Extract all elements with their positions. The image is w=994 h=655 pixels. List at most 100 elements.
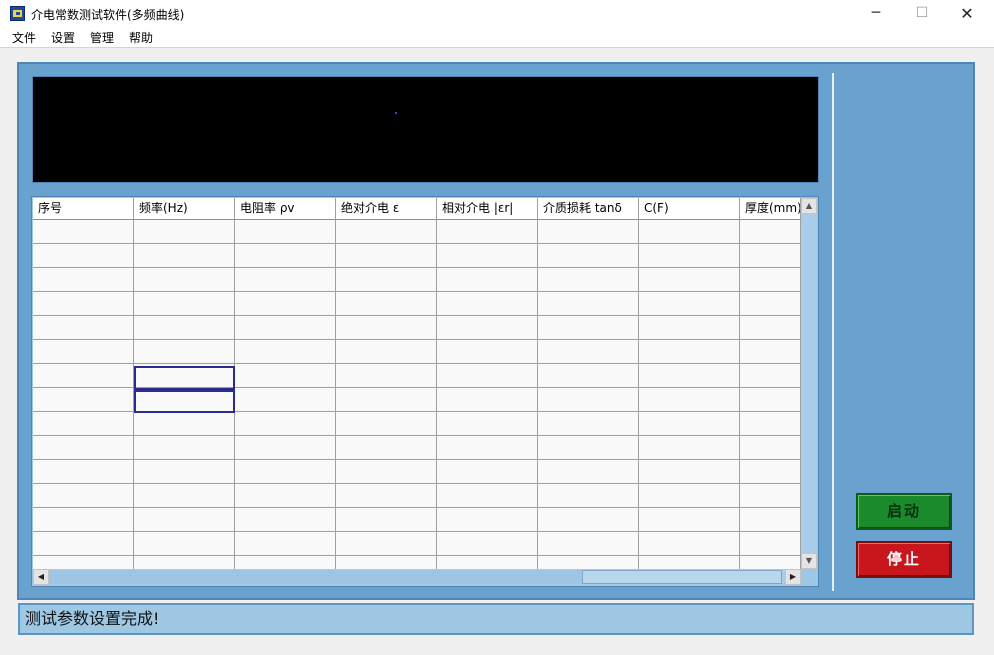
stop-button[interactable]: 停止	[856, 541, 952, 578]
scroll-up-icon[interactable]: ▲	[801, 198, 817, 214]
table-cell[interactable]	[538, 388, 639, 412]
table-cell[interactable]	[538, 556, 639, 569]
horizontal-scroll-track[interactable]	[49, 570, 582, 584]
table-cell[interactable]	[235, 556, 336, 569]
column-header-relative-permittivity[interactable]: 相对介电 |εr|	[437, 198, 538, 220]
table-cell[interactable]	[740, 316, 801, 340]
table-cell[interactable]	[235, 532, 336, 556]
table-cell[interactable]	[33, 292, 134, 316]
table-cell[interactable]	[33, 244, 134, 268]
table-cell[interactable]	[33, 316, 134, 340]
table-cell[interactable]	[336, 220, 437, 244]
table-cell[interactable]	[538, 484, 639, 508]
table-cell[interactable]	[33, 340, 134, 364]
table-cell[interactable]	[639, 244, 740, 268]
table-cell[interactable]	[639, 388, 740, 412]
table-cell[interactable]	[33, 556, 134, 569]
table-cell[interactable]	[437, 244, 538, 268]
table-cell[interactable]	[639, 484, 740, 508]
table-cell[interactable]	[235, 316, 336, 340]
table-cell[interactable]	[134, 316, 235, 340]
table-cell[interactable]	[336, 364, 437, 388]
table-cell[interactable]	[33, 268, 134, 292]
column-header-capacitance[interactable]: C(F)	[639, 198, 740, 220]
table-cell[interactable]	[437, 460, 538, 484]
table-cell[interactable]	[538, 292, 639, 316]
table-cell[interactable]	[437, 532, 538, 556]
column-header-absolute-permittivity[interactable]: 绝对介电 ε	[336, 198, 437, 220]
table-cell[interactable]	[437, 484, 538, 508]
table-cell[interactable]	[33, 388, 134, 412]
table-horizontal-scrollbar[interactable]: ◀ ▶	[33, 569, 801, 585]
table-cell[interactable]	[235, 364, 336, 388]
table-cell[interactable]	[134, 484, 235, 508]
table-cell[interactable]	[639, 316, 740, 340]
start-button[interactable]: 启动	[856, 493, 952, 530]
table-cell[interactable]	[639, 460, 740, 484]
selected-cell[interactable]	[134, 390, 235, 413]
table-cell[interactable]	[437, 436, 538, 460]
close-button[interactable]: ✕	[944, 0, 990, 27]
table-cell[interactable]	[33, 532, 134, 556]
maximize-button[interactable]: ☐	[899, 0, 945, 27]
table-cell[interactable]	[538, 268, 639, 292]
horizontal-scroll-thumb[interactable]	[582, 570, 782, 584]
table-cell[interactable]	[33, 412, 134, 436]
table-cell[interactable]	[336, 268, 437, 292]
menu-help[interactable]: 帮助	[129, 29, 153, 46]
table-cell[interactable]	[336, 316, 437, 340]
table-cell[interactable]	[336, 292, 437, 316]
table-cell[interactable]	[134, 532, 235, 556]
column-header-index[interactable]: 序号	[33, 198, 134, 220]
column-header-frequency[interactable]: 频率(Hz)	[134, 198, 235, 220]
table-cell[interactable]	[740, 220, 801, 244]
column-header-loss-tangent[interactable]: 介质损耗 tanδ	[538, 198, 639, 220]
table-cell[interactable]	[235, 508, 336, 532]
table-cell[interactable]	[538, 532, 639, 556]
table-cell[interactable]	[639, 220, 740, 244]
menu-file[interactable]: 文件	[12, 29, 36, 46]
table-cell[interactable]	[639, 340, 740, 364]
table-cell[interactable]	[336, 388, 437, 412]
table-cell[interactable]	[437, 340, 538, 364]
table-cell[interactable]	[538, 364, 639, 388]
table-cell[interactable]	[740, 556, 801, 569]
table-cell[interactable]	[437, 388, 538, 412]
table-cell[interactable]	[134, 268, 235, 292]
scroll-right-icon[interactable]: ▶	[785, 569, 801, 585]
table-cell[interactable]	[538, 436, 639, 460]
table-cell[interactable]	[538, 460, 639, 484]
table-cell[interactable]	[437, 268, 538, 292]
table-cell[interactable]	[134, 292, 235, 316]
table-cell[interactable]	[33, 508, 134, 532]
table-cell[interactable]	[740, 484, 801, 508]
scroll-down-icon[interactable]: ▼	[801, 553, 817, 569]
table-cell[interactable]	[235, 244, 336, 268]
table-cell[interactable]	[235, 340, 336, 364]
selected-cell[interactable]	[134, 366, 235, 390]
table-cell[interactable]	[336, 508, 437, 532]
table-cell[interactable]	[639, 268, 740, 292]
menu-settings[interactable]: 设置	[51, 29, 75, 46]
table-cell[interactable]	[235, 460, 336, 484]
table-cell[interactable]	[134, 460, 235, 484]
column-header-thickness[interactable]: 厚度(mm)	[740, 198, 801, 220]
table-cell[interactable]	[134, 244, 235, 268]
table-cell[interactable]	[639, 436, 740, 460]
table-cell[interactable]	[235, 292, 336, 316]
table-cell[interactable]	[639, 532, 740, 556]
table-cell[interactable]	[740, 364, 801, 388]
table-cell[interactable]	[33, 220, 134, 244]
table-cell[interactable]	[336, 244, 437, 268]
table-cell[interactable]	[740, 244, 801, 268]
table-cell[interactable]	[235, 412, 336, 436]
table-cell[interactable]	[336, 556, 437, 569]
table-cell[interactable]	[538, 412, 639, 436]
table-cell[interactable]	[740, 532, 801, 556]
menu-manage[interactable]: 管理	[90, 29, 114, 46]
table-cell[interactable]	[538, 316, 639, 340]
table-cell[interactable]	[639, 292, 740, 316]
table-cell[interactable]	[336, 532, 437, 556]
table-cell[interactable]	[437, 508, 538, 532]
minimize-button[interactable]: ─	[853, 0, 899, 27]
